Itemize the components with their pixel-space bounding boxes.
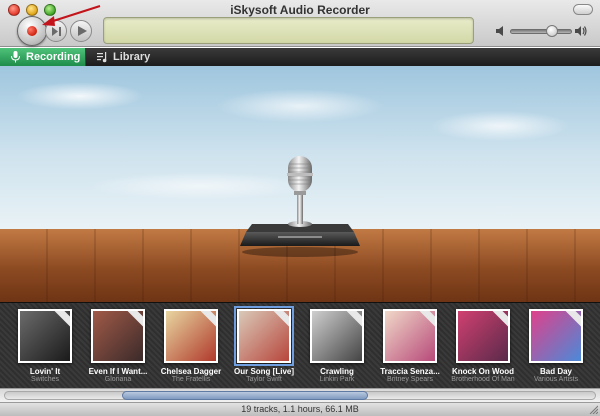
microphone-icon [11, 51, 20, 63]
title-bar: iSkysoft Audio Recorder [0, 0, 600, 47]
track-artist: Linkin Park [319, 376, 355, 383]
record-icon [27, 26, 37, 36]
track-artist: Brotherhood Of Man [451, 376, 515, 383]
album-cover[interactable] [456, 309, 510, 363]
volume-slider[interactable] [510, 29, 572, 34]
album-cover[interactable] [383, 309, 437, 363]
track-title: Our Song [Live] [234, 367, 294, 376]
track-title: Lovin' It [29, 367, 61, 376]
album-item[interactable]: Lovin' It Switches [10, 309, 80, 383]
annotation-arrow-icon [42, 4, 101, 26]
tab-library-label: Library [113, 51, 151, 63]
corner-badge-icon [491, 311, 508, 329]
album-cover[interactable] [529, 309, 583, 363]
corner-badge-icon [564, 311, 581, 329]
album-item[interactable]: Traccia Senza... Britney Spears [375, 309, 445, 383]
tab-recording-label: Recording [26, 51, 81, 63]
music-note-icon [97, 52, 107, 63]
album-cover[interactable] [310, 309, 364, 363]
track-artist: Switches [30, 376, 59, 383]
album-cover[interactable] [91, 309, 145, 363]
album-item[interactable]: Crawling Linkin Park [302, 309, 372, 383]
corner-badge-icon [199, 311, 216, 329]
album-cover[interactable] [164, 309, 218, 363]
horizontal-scrollbar[interactable] [0, 388, 600, 402]
tab-library[interactable]: Library [87, 48, 173, 66]
status-bar: 19 tracks, 1.1 hours, 66.1 MB [0, 402, 600, 416]
track-title: Bad Day [539, 367, 572, 376]
album-cover[interactable] [234, 306, 294, 366]
album-strip: Lovin' It Switches Even If I Want... Gloria… [0, 302, 600, 388]
tab-bar: Recording Library [0, 48, 600, 66]
corner-badge-icon [345, 311, 362, 329]
album-item[interactable]: Our Song [Live] Taylor Swift [229, 306, 299, 383]
status-text: 19 tracks, 1.1 hours, 66.1 MB [241, 404, 359, 414]
track-artist: The Fratellis [171, 376, 211, 383]
track-artist: Gloriana [104, 376, 132, 383]
track-title: Even If I Want... [88, 367, 148, 376]
track-title: Crawling [320, 367, 354, 376]
album-item[interactable]: Bad Day Various Artists [521, 309, 591, 383]
album-cover[interactable] [18, 309, 72, 363]
scrollbar-thumb[interactable] [122, 391, 368, 400]
volume-slider-knob[interactable] [546, 25, 558, 37]
corner-badge-icon [418, 311, 435, 329]
recording-stage [0, 66, 600, 302]
track-title: Traccia Senza... [380, 367, 440, 376]
resize-grip-icon[interactable] [589, 405, 598, 414]
album-item[interactable]: Knock On Wood Brotherhood Of Man [448, 309, 518, 383]
microphone-stand-icon [240, 156, 360, 257]
volume-low-icon [496, 26, 503, 36]
track-artist: Taylor Swift [246, 376, 282, 383]
tab-recording[interactable]: Recording [0, 48, 86, 66]
track-title: Chelsea Dagger [160, 367, 222, 376]
album-item[interactable]: Chelsea Dagger The Fratellis [156, 309, 226, 383]
album-item[interactable]: Even If I Want... Gloriana [83, 309, 153, 383]
track-artist: Various Artists [533, 376, 579, 383]
corner-badge-icon [272, 311, 289, 329]
corner-badge-icon [126, 311, 143, 329]
volume-high-icon [575, 26, 587, 36]
corner-badge-icon [53, 311, 70, 329]
lcd-display [103, 17, 474, 44]
track-title: Knock On Wood [451, 367, 515, 376]
track-artist: Britney Spears [387, 376, 433, 383]
